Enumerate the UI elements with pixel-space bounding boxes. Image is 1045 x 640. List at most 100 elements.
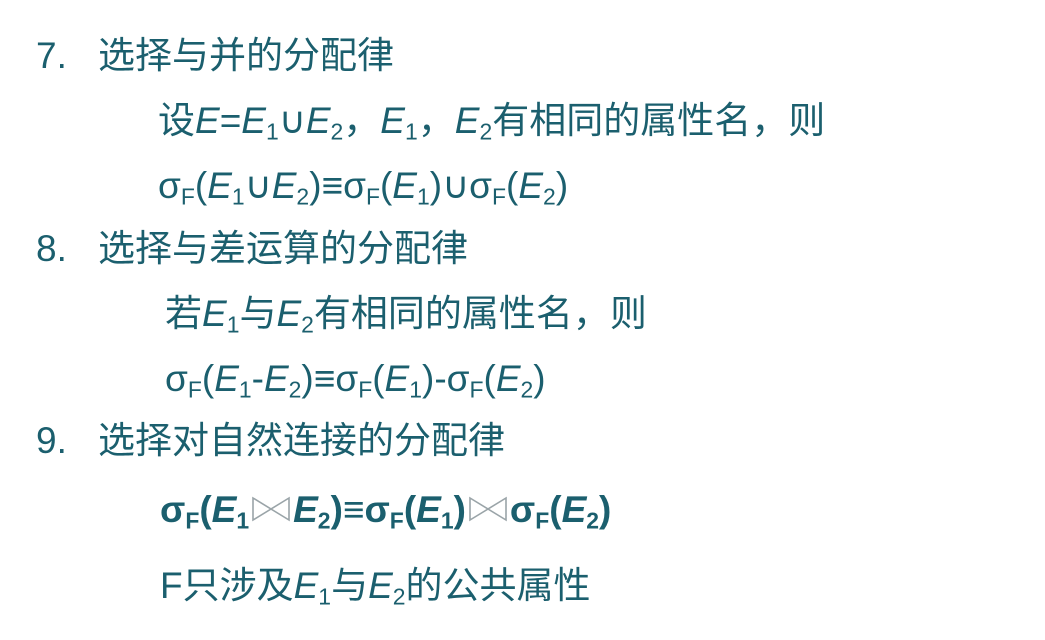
union-symbol: ∪: [278, 100, 306, 141]
var-e2: E: [368, 565, 393, 606]
paren: (: [549, 489, 562, 530]
paren: (: [483, 358, 496, 399]
sigma: σ: [446, 358, 470, 399]
minus-symbol: -: [251, 358, 264, 399]
condition-prefix: 设: [158, 100, 195, 141]
var-e2: E: [271, 165, 297, 206]
subscript-1: 1: [236, 507, 250, 534]
subscript-1: 1: [231, 183, 245, 210]
var-e2: E: [263, 358, 289, 399]
paren: (: [199, 489, 212, 530]
sigma: σ: [469, 165, 493, 206]
var-e1: E: [392, 165, 417, 206]
var-e: E: [195, 100, 220, 141]
sigma: σ: [165, 358, 188, 399]
subscript-2: 2: [392, 583, 406, 610]
subscript-1: 1: [265, 118, 279, 145]
subscript-2: 2: [520, 376, 534, 403]
var-e2: E: [454, 100, 480, 141]
sigma: σ: [364, 489, 390, 530]
subscript-f: F: [365, 183, 380, 210]
equals-sign: =: [219, 100, 242, 141]
var-e1: E: [214, 358, 239, 399]
paren: ): [555, 165, 569, 206]
subscript-f: F: [185, 507, 200, 534]
minus-symbol: -: [434, 358, 447, 399]
var-e1: E: [380, 100, 405, 141]
subscript-1: 1: [318, 583, 332, 610]
item-7-title: 选择与并的分配律: [98, 35, 394, 76]
var-e2: E: [276, 293, 302, 334]
paren: (: [194, 165, 208, 206]
condition-suffix: 有相同的属性名，则: [492, 100, 826, 141]
var-e1: E: [202, 293, 227, 334]
item-9-title: 选择对自然连接的分配律: [98, 420, 505, 461]
subscript-f: F: [187, 376, 202, 403]
item-9-note: F只涉及E1与E2的公共属性: [160, 565, 591, 608]
conjunction: 与: [331, 565, 369, 606]
note-prefix: F只涉及: [160, 565, 294, 606]
subscript-1: 1: [404, 118, 418, 145]
paren: ): [309, 165, 322, 206]
item-8-condition: 若E1与E2有相同的属性名，则: [165, 293, 647, 336]
sigma: σ: [158, 165, 181, 206]
paren: (: [403, 489, 417, 530]
paren: ): [429, 165, 443, 206]
paren: ): [421, 358, 435, 399]
paren: (: [379, 165, 393, 206]
var-e2: E: [495, 358, 521, 399]
var-e1: E: [241, 100, 266, 141]
var-e2: E: [561, 489, 587, 530]
subscript-2: 2: [288, 376, 302, 403]
subscript-f: F: [469, 376, 484, 403]
item-8-title: 选择与差运算的分配律: [98, 228, 468, 269]
subscript-2: 2: [301, 311, 314, 338]
var-e1: E: [416, 489, 441, 530]
var-e1: E: [211, 489, 237, 530]
item-7-number: 7.: [36, 35, 67, 76]
subscript-f: F: [535, 507, 550, 534]
subscript-1: 1: [226, 311, 240, 338]
subscript-2: 2: [543, 183, 556, 210]
union-symbol: ∪: [442, 165, 470, 206]
conjunction: 与: [239, 293, 277, 334]
comma: ，: [417, 100, 455, 141]
item-9-heading: 9. 选择对自然连接的分配律: [36, 422, 505, 459]
subscript-2: 2: [296, 183, 310, 210]
subscript-2: 2: [317, 507, 331, 534]
equiv-symbol: ≡: [321, 165, 344, 206]
item-8-formula: σF(E1-E2)≡σF(E1)-σF(E2): [165, 358, 546, 401]
natural-join-icon: [249, 494, 293, 524]
paren: (: [201, 358, 215, 399]
natural-join-icon: [466, 494, 510, 524]
item-7-formula: σF(E1∪E2)≡σF(E1)∪σF(E2): [158, 165, 569, 208]
comma: ，: [343, 100, 381, 141]
condition-prefix: 若: [165, 293, 202, 334]
var-e1: E: [207, 165, 232, 206]
sigma: σ: [509, 489, 536, 530]
paren: ): [330, 489, 343, 530]
var-e1: E: [384, 358, 410, 399]
var-e2: E: [518, 165, 544, 206]
paren: ): [533, 358, 546, 399]
sigma: σ: [343, 165, 366, 206]
subscript-f: F: [358, 376, 373, 403]
subscript-1: 1: [409, 376, 422, 403]
subscript-1: 1: [238, 376, 252, 403]
var-e1: E: [293, 565, 319, 606]
item-8-heading: 8. 选择与差运算的分配律: [36, 230, 468, 267]
condition-suffix: 有相同的属性名，则: [313, 293, 647, 334]
equiv-symbol: ≡: [313, 358, 336, 399]
subscript-f: F: [180, 183, 195, 210]
item-7-heading: 7. 选择与并的分配律: [36, 37, 394, 74]
subscript-2: 2: [330, 118, 344, 145]
item-9-number: 9.: [36, 420, 67, 461]
subscript-2: 2: [586, 507, 600, 534]
equiv-symbol: ≡: [342, 489, 365, 530]
sigma: σ: [335, 358, 359, 399]
paren: (: [506, 165, 519, 206]
var-e2: E: [305, 100, 331, 141]
sigma: σ: [160, 489, 186, 530]
item-8-number: 8.: [36, 228, 67, 269]
paren: ): [301, 358, 314, 399]
